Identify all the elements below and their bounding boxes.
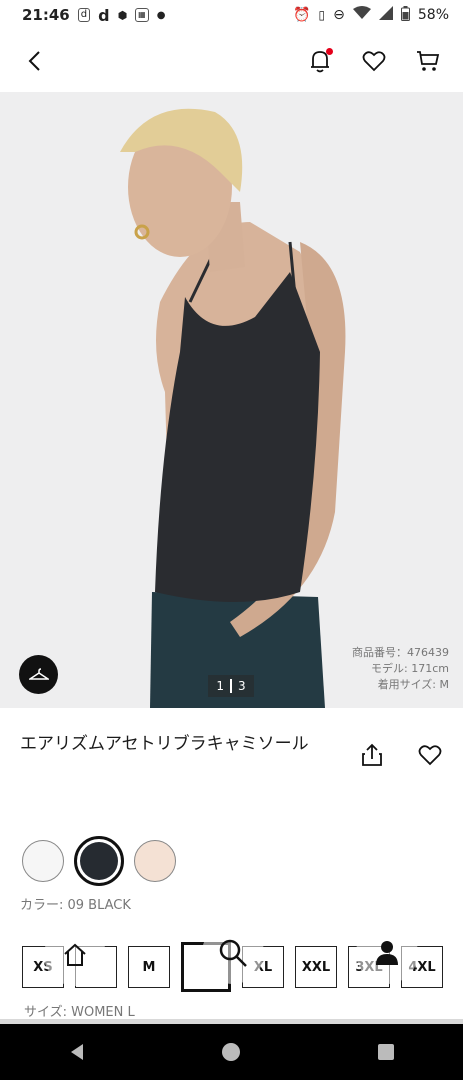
status-time: 21:46 xyxy=(22,6,70,24)
color-swatch-white[interactable] xyxy=(22,840,64,882)
wifi-icon xyxy=(352,6,371,24)
more-notifications-dot-icon: ● xyxy=(156,9,166,21)
battery-icon xyxy=(400,5,410,25)
d-app-icon: d xyxy=(98,5,110,25)
hanger-icon xyxy=(28,667,49,680)
status-bar: 21:46 d d ⬢ ▦ ● ⏰ ▯ ⊖ 58% xyxy=(0,0,463,30)
cart-button[interactable] xyxy=(413,46,443,76)
pager-total: 3 xyxy=(238,679,246,693)
product-photo xyxy=(0,92,463,708)
fitting-hanger-button[interactable] xyxy=(19,655,58,694)
shop-app-icon: ▦ xyxy=(135,8,149,22)
selected-size-label: サイズ: WOMEN L xyxy=(24,1005,135,1020)
selected-color-label: カラー: 09 BLACK xyxy=(20,898,131,913)
notification-dot xyxy=(326,48,333,55)
heart-icon xyxy=(418,745,442,766)
pager-separator xyxy=(230,679,232,693)
person-icon xyxy=(376,941,398,965)
search-icon xyxy=(219,939,247,967)
search-nav-button[interactable] xyxy=(202,922,264,984)
share-button[interactable] xyxy=(357,740,387,770)
product-title: エアリズムアセトリブラキャミソール xyxy=(20,734,309,754)
back-icon xyxy=(28,51,40,71)
favorites-button[interactable] xyxy=(359,46,389,76)
product-number: 商品番号：476439 xyxy=(352,646,449,659)
cart-icon xyxy=(417,51,440,71)
shield-app-icon: ⬢ xyxy=(117,8,128,22)
back-button[interactable] xyxy=(20,46,50,76)
size-option-xxl[interactable]: XXL xyxy=(295,946,337,988)
model-info: 商品番号：476439 モデル: 171cm 着用サイズ: M xyxy=(352,645,449,693)
share-icon xyxy=(362,743,382,766)
heart-icon xyxy=(362,51,386,72)
home-nav-button[interactable] xyxy=(44,924,106,986)
size-option-m[interactable]: M xyxy=(128,946,170,988)
alarm-icon: ⏰ xyxy=(293,7,311,23)
system-nav-bar xyxy=(0,1024,463,1080)
app-header xyxy=(0,30,463,92)
home-icon xyxy=(64,943,86,966)
back-nav-icon[interactable] xyxy=(67,1042,87,1062)
recents-nav-icon[interactable] xyxy=(376,1042,396,1062)
image-pager: 1 3 xyxy=(208,675,254,697)
product-image-carousel[interactable]: 1 3 商品番号：476439 モデル: 171cm 着用サイズ: M xyxy=(0,92,463,708)
pager-current: 1 xyxy=(216,679,224,693)
dnd-icon: ⊖ xyxy=(333,7,345,23)
product-favorite-button[interactable] xyxy=(415,740,445,770)
signal-icon xyxy=(378,6,393,24)
color-swatch-black[interactable] xyxy=(74,836,124,886)
battery-percent: 58% xyxy=(417,7,449,23)
account-nav-button[interactable] xyxy=(356,922,418,984)
vibrate-icon: ▯ xyxy=(318,8,326,22)
notifications-button[interactable] xyxy=(305,46,335,76)
color-swatch-beige[interactable] xyxy=(134,840,176,882)
model-height: モデル: 171cm xyxy=(371,662,449,675)
home-nav-icon[interactable] xyxy=(221,1042,241,1062)
model-size: 着用サイズ: M xyxy=(377,678,449,691)
product-title-row: エアリズムアセトリブラキャミソール xyxy=(20,730,445,770)
color-swatches xyxy=(22,836,176,886)
docomo-d-icon: d xyxy=(77,8,91,22)
